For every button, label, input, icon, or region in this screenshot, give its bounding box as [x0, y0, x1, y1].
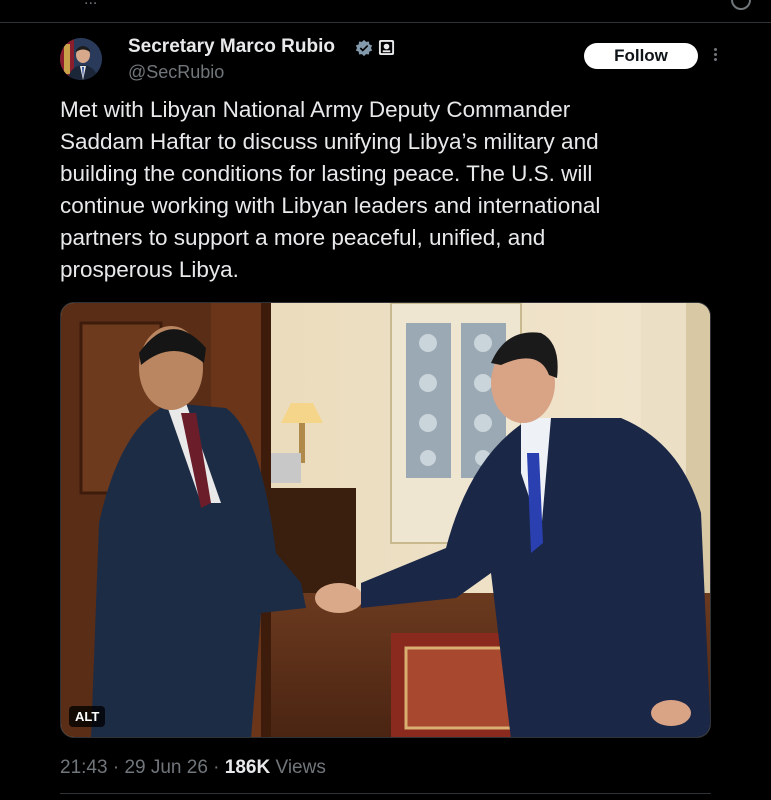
alt-text-badge[interactable]: ALT — [69, 706, 106, 727]
avatar[interactable] — [60, 38, 102, 80]
meta-separator: · — [107, 757, 125, 778]
top-bar-icon[interactable] — [731, 0, 751, 10]
tweet-date[interactable]: 29 Jun 26 — [124, 757, 207, 778]
more-options-icon[interactable] — [710, 46, 720, 66]
views-label[interactable]: Views — [270, 757, 325, 778]
tweet-photo[interactable]: ALT — [60, 302, 711, 738]
top-bar: ... — [0, 0, 771, 23]
top-bar-text: ... — [84, 0, 97, 9]
follow-button[interactable]: Follow — [584, 43, 698, 69]
tweet-meta: 21:43 · 29 Jun 26 · 186K Views — [60, 757, 326, 779]
government-seal-icon — [378, 39, 395, 56]
divider — [60, 793, 711, 794]
display-name[interactable]: Secretary Marco Rubio — [128, 36, 335, 58]
meta-separator: · — [207, 757, 225, 778]
tweet-time[interactable]: 21:43 — [60, 757, 108, 778]
views-count[interactable]: 186K — [225, 757, 270, 778]
verified-badge-icon — [355, 39, 373, 57]
tweet-text: Met with Libyan National Army Deputy Com… — [60, 97, 601, 282]
user-handle[interactable]: @SecRubio — [128, 62, 224, 83]
